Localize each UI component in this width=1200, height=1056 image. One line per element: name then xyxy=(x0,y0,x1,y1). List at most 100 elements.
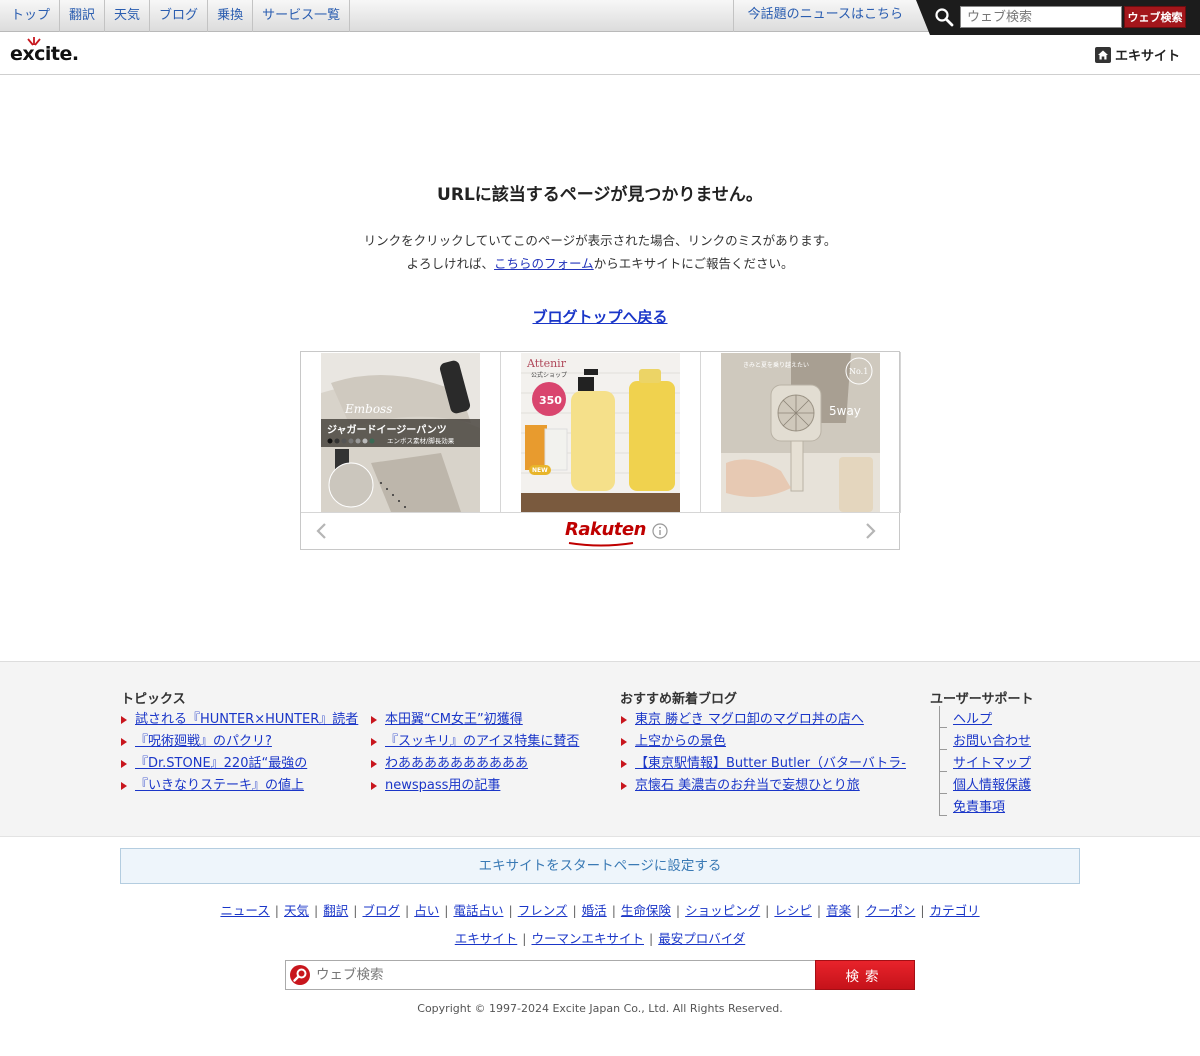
blog-link[interactable]: 京懐石 美濃吉のお弁当で妄想ひとり旅 xyxy=(635,778,860,793)
arrow-icon xyxy=(371,760,377,768)
ad-attenir-brand: Attenir xyxy=(526,357,567,370)
support-list: ヘルプ お問い合わせ サイトマップ 個人情報保護 免責事項 xyxy=(931,706,1031,822)
topnav-transit[interactable]: 乗換 xyxy=(208,0,254,32)
arrow-icon xyxy=(371,716,377,724)
search-icon[interactable] xyxy=(934,7,954,27)
service-link[interactable]: クーポン xyxy=(860,903,920,918)
home-icon xyxy=(1094,46,1111,63)
arrow-icon xyxy=(121,716,127,724)
service-link[interactable]: 電話占い xyxy=(448,903,508,918)
support-link-contact[interactable]: お問い合わせ xyxy=(953,734,1031,749)
topic-link[interactable]: 本田翼“CM女王”初獲得 xyxy=(385,712,523,727)
topic-link[interactable]: 試される『HUNTER×HUNTER』読者 xyxy=(135,712,358,727)
list-item: 試される『HUNTER×HUNTER』読者 xyxy=(120,712,358,734)
report-form-link[interactable]: こちらのフォーム xyxy=(494,256,594,271)
support-link-privacy[interactable]: 個人情報保護 xyxy=(953,778,1031,793)
blog-link[interactable]: 東京 勝どき マグロ卸のマグロ丼の店へ xyxy=(635,712,864,727)
arrow-icon xyxy=(621,738,627,746)
service-link[interactable]: ショッピング xyxy=(680,903,765,918)
ad-image-fan: きみと夏を乗り越えたい No.1 5way xyxy=(721,353,880,512)
service-link[interactable]: 婚活 xyxy=(577,903,612,918)
topnav-services[interactable]: サービス一覧 xyxy=(253,0,351,32)
ad-item-fan[interactable]: きみと夏を乗り越えたい No.1 5way xyxy=(701,352,901,513)
bottom-search-box: 検索 xyxy=(285,960,915,990)
rakuten-swoosh-icon xyxy=(568,542,634,547)
topnav-translate[interactable]: 翻訳 xyxy=(60,0,106,32)
rakuten-logo[interactable]: Rakuten xyxy=(565,519,646,540)
ad-image-attenir: Attenir 公式ショップ 350 NEW xyxy=(521,353,680,512)
list-item: 『Dr.STONE』220話“最強の xyxy=(120,756,358,778)
topic-link[interactable]: 『Dr.STONE』220話“最強の xyxy=(135,756,307,771)
chevron-right-icon[interactable] xyxy=(861,522,879,540)
copyright: Copyright © 1997-2024 Excite Japan Co., … xyxy=(417,1002,783,1015)
ad-item-pants[interactable]: Emboss ジャガードイージーパンツ エンボス素材/脚長効果 xyxy=(301,352,501,513)
service-link[interactable]: 天気 xyxy=(279,903,314,918)
ad-footer: Rakuten xyxy=(301,513,899,549)
support-link-disclaimer[interactable]: 免責事項 xyxy=(953,800,1005,815)
topics-heading: トピックス xyxy=(121,692,186,707)
service-link[interactable]: 生命保険 xyxy=(616,903,676,918)
tree-line-icon xyxy=(939,728,947,750)
topnav-blog[interactable]: ブログ xyxy=(150,0,209,32)
error-report-prefix: よろしければ、 xyxy=(406,256,495,271)
service-link[interactable]: 翻訳 xyxy=(318,903,353,918)
list-item: わああああああああああ xyxy=(370,756,579,778)
rakuten-ad-widget: Emboss ジャガードイージーパンツ エンボス素材/脚長効果 Attenir … xyxy=(300,351,901,550)
ad-attenir-sub: 公式ショップ xyxy=(531,371,567,379)
service-link[interactable]: ブログ xyxy=(357,903,405,918)
blog-link[interactable]: 上空からの景色 xyxy=(635,734,726,749)
topic-link[interactable]: わああああああああああ xyxy=(385,756,528,771)
footer-links-section: トピックス 試される『HUNTER×HUNTER』読者 『呪術廻戦』のパクリ? … xyxy=(0,661,1200,837)
service-link[interactable]: カテゴリ xyxy=(925,903,985,918)
blogs-heading: おすすめ新着ブログ xyxy=(620,692,738,707)
error-title: URLに該当するページが見つかりません。 xyxy=(437,185,763,205)
topic-link[interactable]: 『呪術廻戦』のパクリ? xyxy=(135,734,272,749)
list-item: 京懐石 美濃吉のお弁当で妄想ひとり旅 xyxy=(620,778,906,800)
service-link[interactable]: ウーマンエキサイト xyxy=(526,931,649,946)
chevron-left-icon[interactable] xyxy=(313,522,331,540)
top-search-button[interactable]: ウェブ検索 xyxy=(1124,6,1186,28)
list-item: 免責事項 xyxy=(931,794,1031,822)
hot-news-link[interactable]: 今話題のニュースはこちら xyxy=(732,0,917,32)
ad-pants-title: ジャガードイージーパンツ xyxy=(327,423,447,436)
bottom-search-input[interactable] xyxy=(314,960,816,990)
site-header: excite. エキサイト xyxy=(0,33,1200,75)
topnav-top[interactable]: トップ xyxy=(0,0,61,32)
search-logo-icon xyxy=(285,960,315,990)
support-heading: ユーザーサポート xyxy=(930,692,1034,707)
ad-fan-tagline: きみと夏を乗り越えたい xyxy=(743,361,809,369)
service-link[interactable]: 占い xyxy=(409,903,444,918)
info-icon[interactable] xyxy=(652,523,668,539)
back-to-blog-top-link[interactable]: ブログトップへ戻る xyxy=(532,308,667,326)
home-link[interactable]: エキサイト xyxy=(1094,45,1180,64)
service-link[interactable]: 最安プロバイダ xyxy=(653,931,750,946)
excite-logo[interactable]: excite. xyxy=(10,37,82,69)
arrow-icon xyxy=(621,782,627,790)
topic-link[interactable]: 『いきなりステーキ』の値上 xyxy=(135,778,304,793)
topic-link[interactable]: newspass用の記事 xyxy=(385,778,500,793)
list-item: 本田翼“CM女王”初獲得 xyxy=(370,712,579,734)
set-start-page-button[interactable]: エキサイトをスタートページに設定する xyxy=(120,848,1080,884)
service-link[interactable]: 音楽 xyxy=(821,903,856,918)
bottom-search-button[interactable]: 検索 xyxy=(815,960,915,990)
service-link[interactable]: エキサイト xyxy=(450,931,523,946)
support-link-help[interactable]: ヘルプ xyxy=(953,712,992,727)
list-item: newspass用の記事 xyxy=(370,778,579,800)
arrow-icon xyxy=(371,782,377,790)
arrow-icon xyxy=(121,738,127,746)
blog-link[interactable]: 【東京駅情報】Butter Butler（バターバトラ- xyxy=(635,756,906,771)
list-item: 『いきなりステーキ』の値上 xyxy=(120,778,358,800)
service-link[interactable]: ニュース xyxy=(215,903,274,918)
support-link-sitemap[interactable]: サイトマップ xyxy=(953,756,1031,771)
ad-item-attenir[interactable]: Attenir 公式ショップ 350 NEW xyxy=(501,352,701,513)
topic-link[interactable]: 『スッキリ』のアイヌ特集に賛否 xyxy=(385,734,579,749)
separator: | xyxy=(920,903,925,918)
service-links-row-1: ニュース | 天気 | 翻訳 | ブログ | 占い | 電話占い | フレンズ | 婚活 | 生命保険 | ショッピ… xyxy=(0,900,1200,919)
ad-fan-title: 5way xyxy=(829,404,861,418)
top-nav: トップ 翻訳 天気 ブログ 乗換 サービス一覧 xyxy=(0,0,351,32)
top-search-input[interactable] xyxy=(960,6,1122,28)
ad-script-text: Emboss xyxy=(344,402,392,416)
service-link[interactable]: フレンズ xyxy=(513,903,573,918)
topnav-weather[interactable]: 天気 xyxy=(105,0,151,32)
service-link[interactable]: レシピ xyxy=(769,903,817,918)
